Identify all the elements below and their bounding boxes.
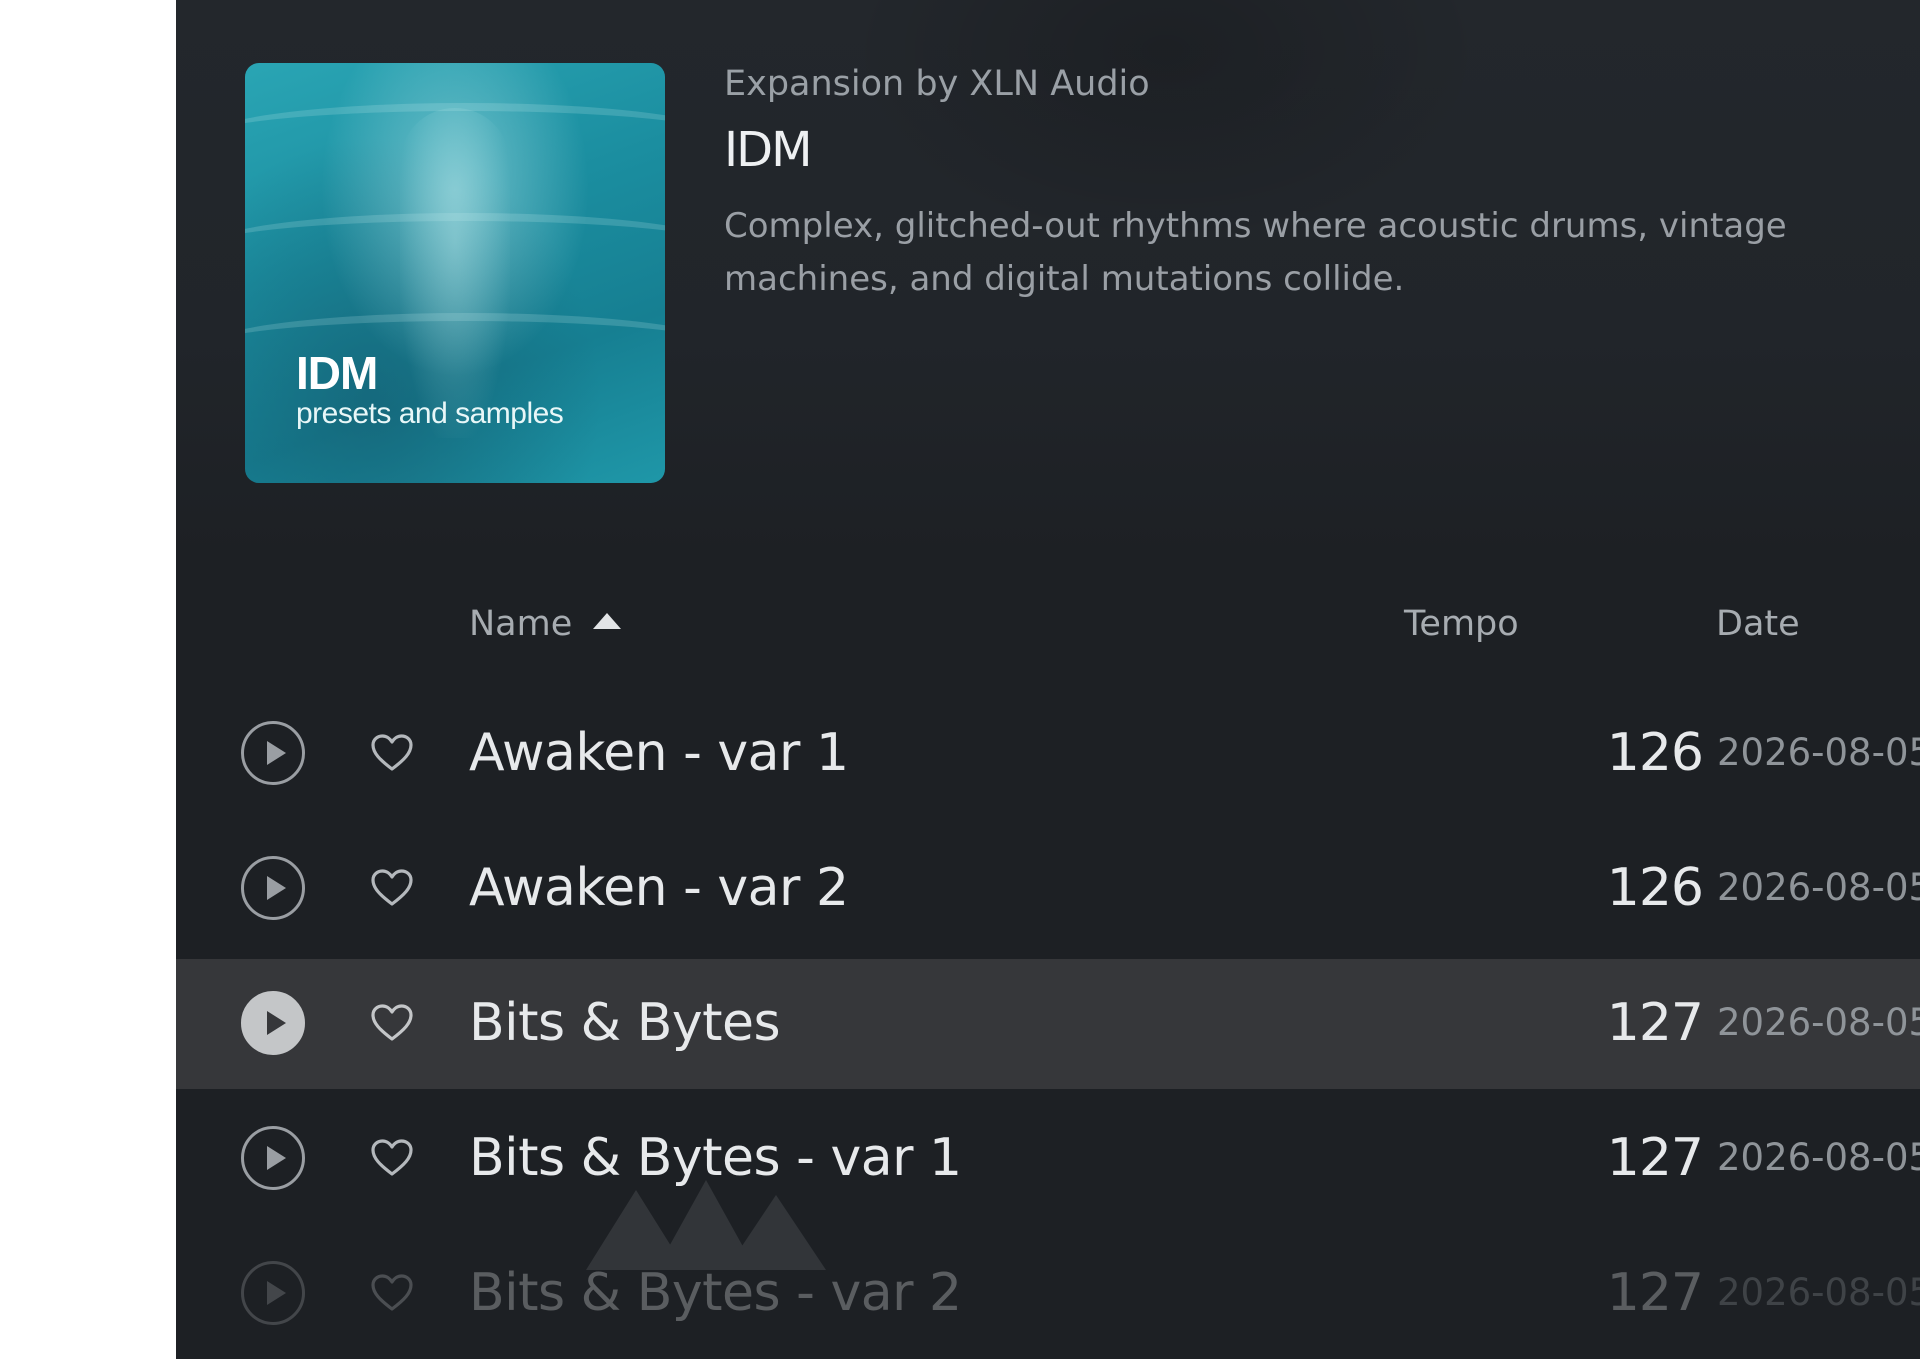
preset-name: Bits & Bytes (469, 993, 781, 1053)
app-window: IDM presets and samples Expansion by XLN… (0, 0, 1920, 1359)
expansion-title: IDM (724, 122, 813, 178)
play-icon[interactable] (241, 856, 305, 920)
preset-name: Awaken - var 1 (469, 723, 849, 783)
list-item[interactable]: Awaken - var 1 126 2026-08-05 (176, 689, 1920, 819)
preset-date: 2026-08-05 (1717, 866, 1920, 909)
expansion-kicker: Expansion by XLN Audio (724, 64, 1150, 104)
expansion-description: Complex, glitched-out rhythms where acou… (724, 206, 1787, 299)
play-icon[interactable] (241, 721, 305, 785)
preset-name: Bits & Bytes - var 2 (469, 1263, 962, 1323)
heart-icon[interactable] (370, 1003, 414, 1043)
play-icon[interactable] (241, 991, 305, 1055)
preset-date: 2026-08-05 (1717, 1001, 1920, 1044)
left-blank-area (0, 0, 176, 1359)
heart-icon[interactable] (370, 868, 414, 908)
preset-tempo: 126 (1606, 723, 1704, 783)
heart-icon[interactable] (370, 733, 414, 773)
play-icon[interactable] (241, 1261, 305, 1325)
artwork-title: IDM (296, 347, 378, 399)
preset-date: 2026-08-05 (1717, 1136, 1920, 1179)
artwork-subtitle: presets and samples (296, 397, 564, 430)
preset-tempo: 127 (1606, 1128, 1704, 1188)
preset-date: 2026-08-05 (1717, 731, 1920, 774)
expansion-artwork: IDM presets and samples (245, 63, 665, 483)
column-header-date[interactable]: Date (1716, 604, 1800, 644)
preset-tempo: 126 (1606, 858, 1704, 918)
list-item[interactable]: Bits & Bytes - var 1 127 2026-08-05 (176, 1094, 1920, 1224)
preset-date: 2026-08-05 (1717, 1271, 1920, 1314)
column-header-tempo[interactable]: Tempo (1404, 604, 1519, 644)
preset-tempo: 127 (1606, 1263, 1704, 1323)
list-item[interactable]: Bits & Bytes - var 2 127 2026-08-05 (176, 1229, 1920, 1359)
preset-tempo: 127 (1606, 993, 1704, 1053)
list-item-selected[interactable]: Bits & Bytes 127 2026-08-05 (176, 959, 1920, 1089)
preset-name: Awaken - var 2 (469, 858, 849, 918)
heart-icon[interactable] (370, 1273, 414, 1313)
heart-icon[interactable] (370, 1138, 414, 1178)
play-icon[interactable] (241, 1126, 305, 1190)
column-header-name[interactable]: Name (469, 604, 572, 644)
expansion-browser-panel: IDM presets and samples Expansion by XLN… (176, 0, 1920, 1359)
list-item[interactable]: Awaken - var 2 126 2026-08-05 (176, 824, 1920, 954)
artwork-figure (400, 108, 510, 438)
sort-ascending-icon[interactable] (593, 613, 621, 629)
